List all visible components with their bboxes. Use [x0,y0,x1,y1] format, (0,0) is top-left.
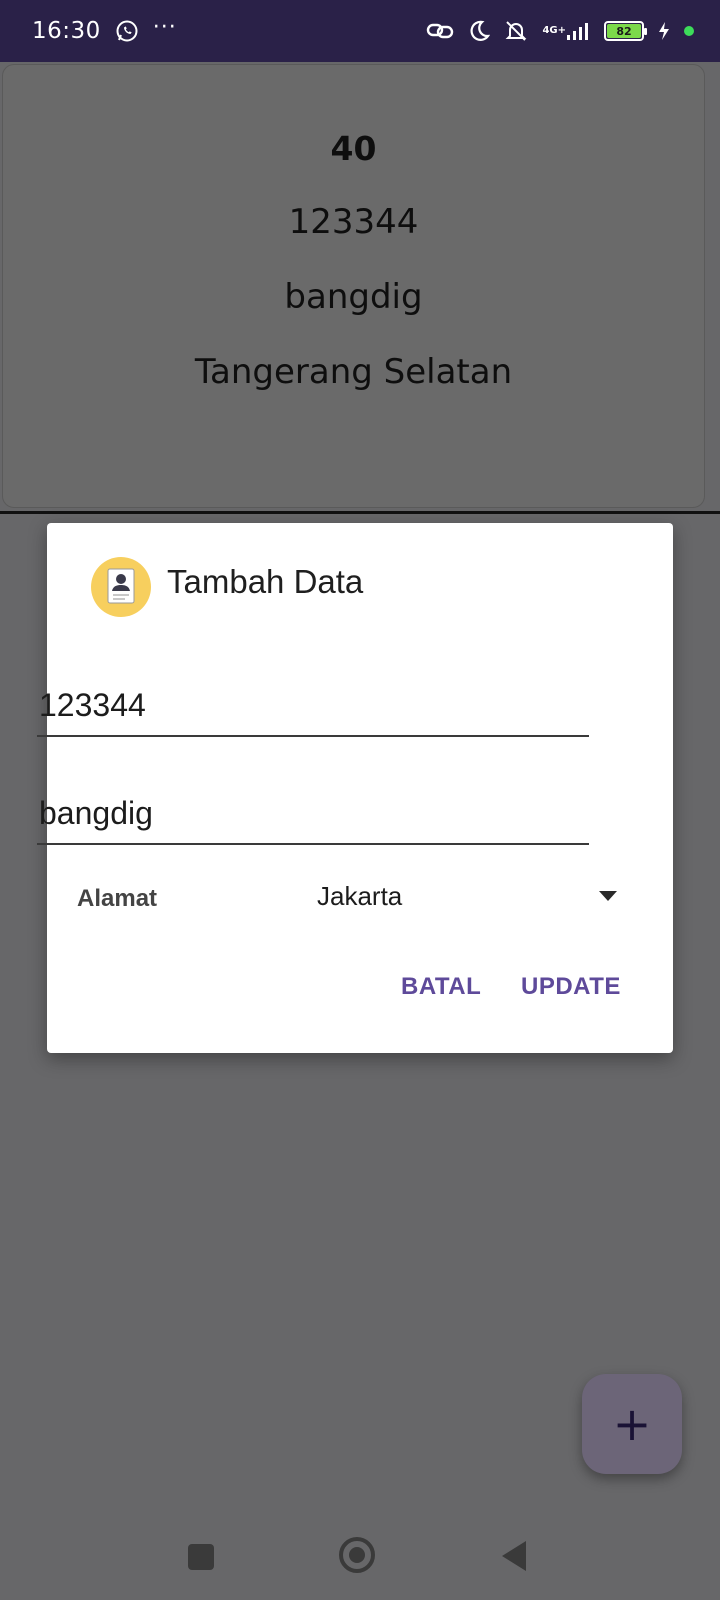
dropdown-arrow-icon [599,891,617,901]
list-divider [0,511,720,514]
battery-level: 82 [607,24,641,38]
card-id: 40 [330,129,377,168]
data-card[interactable]: 40 123344 bangdig Tangerang Selatan [2,64,705,508]
nim-field[interactable] [37,675,589,737]
system-nav-bar [0,1520,720,1600]
cancel-button[interactable]: BATAL [401,973,481,1001]
home-inner-dot [349,1547,365,1563]
add-fab-button[interactable]: + [582,1374,682,1474]
dialog-title: Tambah Data [167,563,364,600]
name-field[interactable] [37,783,589,845]
charging-icon [658,21,670,41]
recents-square-icon[interactable] [188,1544,214,1570]
link-icon [426,20,454,42]
status-time: 16:30 [32,18,101,44]
plus-icon: + [612,1397,652,1451]
name-input[interactable] [37,783,589,843]
status-bar: 16:30 ··· 4G+ 82 [0,0,720,62]
signal-icon: 4G+ [542,21,590,41]
more-notifications-icon: ··· [152,14,177,40]
bell-off-icon [504,19,528,43]
whatsapp-icon [115,19,139,43]
address-label: Alamat [77,885,158,912]
back-triangle-icon[interactable] [502,1541,526,1571]
status-bar-left: 16:30 ··· [32,14,177,45]
privacy-indicator-dot [684,26,694,36]
home-circle-icon[interactable] [339,1537,375,1573]
status-bar-right: 4G+ 82 [426,19,694,43]
resume-document-icon [91,557,151,617]
address-dropdown[interactable]: Jakarta [317,871,617,921]
nim-input[interactable] [37,675,589,735]
address-dropdown-value: Jakarta [317,880,403,911]
card-nim: 123344 [288,202,419,242]
network-type: 4G+ [542,25,566,36]
do-not-disturb-moon-icon [468,20,491,42]
battery-icon: 82 [604,21,647,41]
update-button[interactable]: UPDATE [521,973,621,1001]
card-address: Tangerang Selatan [194,352,513,392]
card-name: bangdig [284,277,423,317]
